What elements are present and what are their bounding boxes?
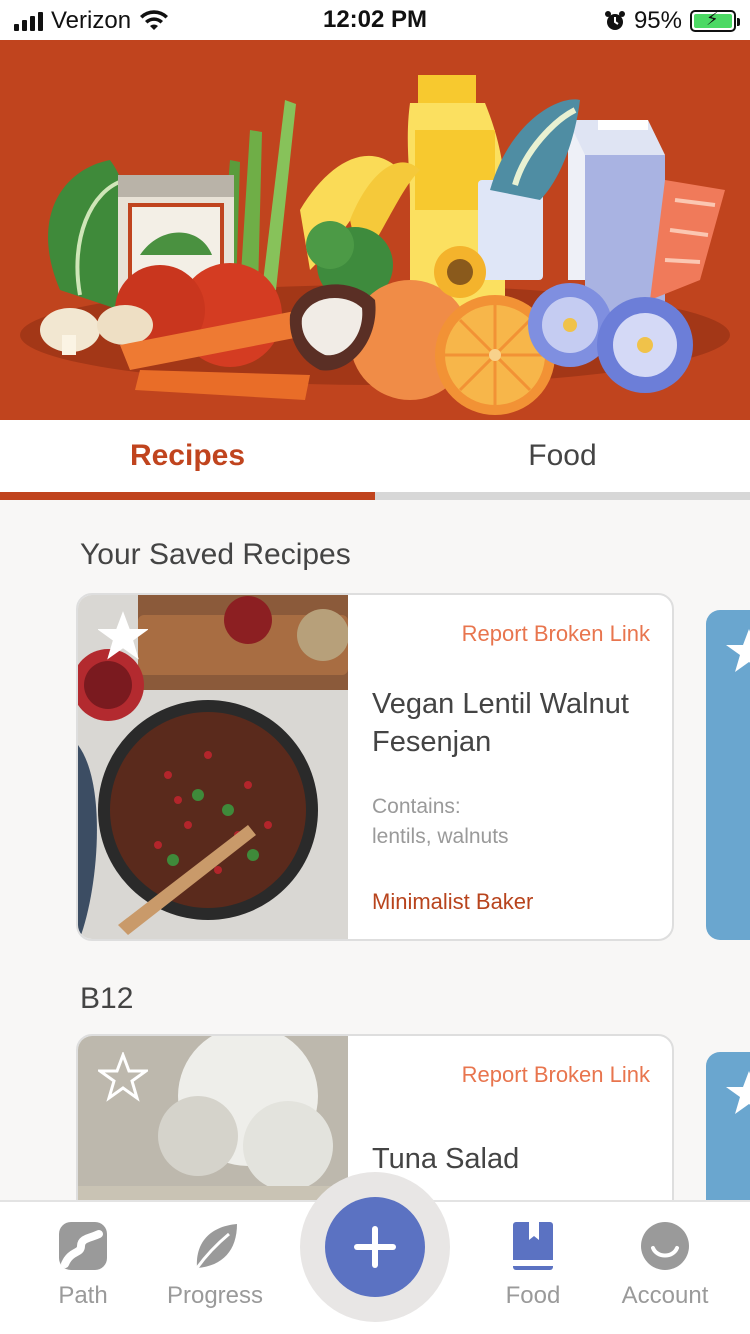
- contains-value: lentils, walnuts: [372, 825, 509, 848]
- section-title-b12: B12: [80, 982, 134, 1015]
- nav-food[interactable]: Food: [458, 1220, 608, 1310]
- recipe-title: Tuna Salad: [372, 1143, 520, 1175]
- next-recipe-card-peek[interactable]: [706, 610, 750, 940]
- recipe-source[interactable]: Minimalist Baker: [372, 889, 533, 915]
- battery-icon: ⚡: [690, 9, 740, 32]
- nav-progress[interactable]: Progress: [140, 1220, 290, 1310]
- path-icon: [59, 1222, 107, 1270]
- tab-recipes[interactable]: Recipes: [0, 420, 375, 500]
- account-icon: [641, 1222, 689, 1270]
- tab-food[interactable]: Food: [375, 420, 750, 500]
- tab-food-label: Food: [528, 439, 597, 472]
- plus-icon: [354, 1226, 396, 1268]
- nav-path[interactable]: Path: [8, 1220, 158, 1310]
- add-button[interactable]: [325, 1197, 425, 1297]
- nav-progress-label: Progress: [166, 1282, 264, 1309]
- leaf-icon: [195, 1224, 237, 1269]
- nav-account[interactable]: Account: [590, 1220, 740, 1310]
- report-broken-link[interactable]: Report Broken Link: [462, 621, 650, 647]
- tab-bar: Recipes Food: [0, 420, 750, 500]
- favorite-star-icon: [726, 1071, 750, 1114]
- status-bar: Verizon 12:02 PM 95% ⚡: [0, 0, 750, 40]
- recipe-title: Vegan Lentil Walnut Fesenjan: [372, 688, 629, 758]
- book-icon: [513, 1222, 553, 1270]
- recipe-image: [78, 595, 348, 939]
- favorite-star-icon[interactable]: [98, 611, 148, 661]
- tab-recipes-label: Recipes: [129, 439, 246, 472]
- contains-label: Contains:: [372, 795, 461, 818]
- hero-banner: [0, 40, 750, 420]
- tab-food-underline: [375, 492, 750, 500]
- favorite-star-icon[interactable]: [98, 1052, 148, 1102]
- nav-path-label: Path: [58, 1282, 108, 1309]
- battery-percent: 95%: [633, 7, 682, 34]
- nav-food-label: Food: [505, 1282, 561, 1309]
- nav-account-label: Account: [621, 1282, 709, 1309]
- section-title-saved-recipes: Your Saved Recipes: [80, 538, 351, 571]
- alarm-icon: [604, 11, 625, 30]
- favorite-star-icon: [726, 629, 750, 672]
- report-broken-link[interactable]: Report Broken Link: [462, 1062, 650, 1088]
- tab-recipes-underline: [0, 492, 375, 500]
- groceries-illustration: [20, 75, 730, 415]
- recipe-card[interactable]: Report Broken Link Vegan Lentil Walnut F…: [76, 593, 674, 941]
